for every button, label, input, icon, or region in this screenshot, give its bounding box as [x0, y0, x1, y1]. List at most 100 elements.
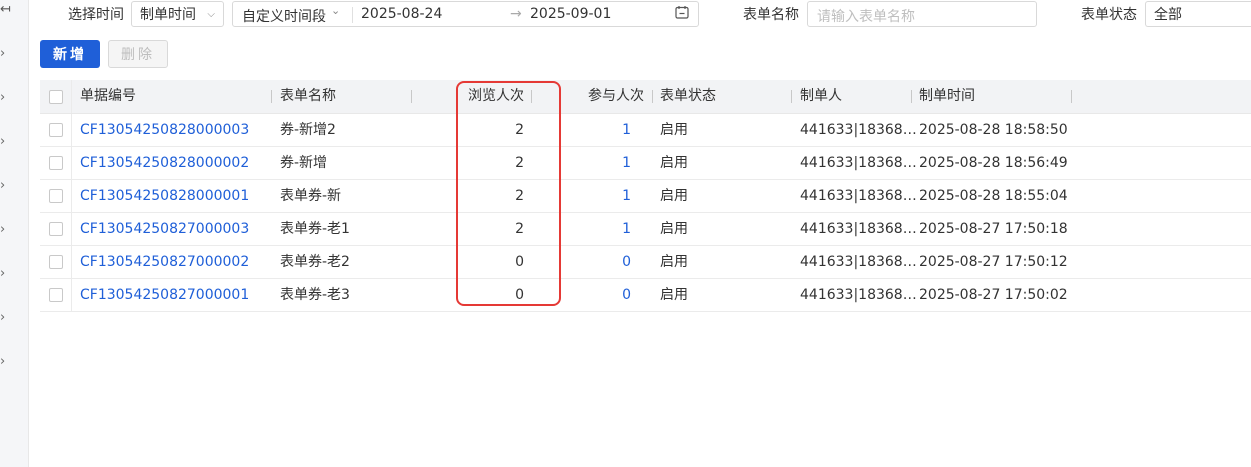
row-creator: 441633|18368… — [800, 155, 917, 171]
row-creator: 441633|18368… — [800, 188, 917, 204]
range-type-value[interactable]: 自定义时间段 — [242, 6, 326, 26]
status-filter: 表单状态 — [1081, 0, 1137, 28]
status-select[interactable]: 全部 — [1145, 1, 1251, 27]
row-participants[interactable]: 1 — [580, 213, 631, 245]
row-status: 启用 — [660, 254, 688, 270]
row-form-name: 表单券-老1 — [280, 221, 350, 237]
expand-arrow-icon[interactable]: › — [0, 44, 10, 64]
row-creator: 441633|18368… — [800, 221, 917, 237]
expand-arrow-icon[interactable]: › — [0, 308, 10, 328]
column-divider — [71, 246, 72, 278]
row-id-link[interactable]: CF13054250828000002 — [80, 147, 249, 179]
date-range-picker[interactable]: 自定义时间段 ⌄ 2025-08-24 → 2025-09-01 — [232, 1, 699, 27]
row-id-link[interactable]: CF13054250827000002 — [80, 246, 249, 278]
table-row[interactable]: CF13054250828000002 券-新增 2 1 启用 441633|1… — [40, 147, 1251, 180]
column-header-time[interactable]: 制单时间 — [919, 80, 975, 113]
row-checkbox[interactable] — [49, 189, 63, 203]
status-select-value: 全部 — [1154, 7, 1182, 23]
row-checkbox[interactable] — [49, 156, 63, 170]
row-participants[interactable]: 1 — [580, 147, 631, 179]
row-form-name: 表单券-老2 — [280, 254, 350, 270]
column-divider — [71, 114, 72, 146]
range-arrow-icon: → — [510, 6, 522, 22]
row-time: 2025-08-27 17:50:18 — [919, 221, 1068, 237]
column-divider — [71, 147, 72, 179]
column-divider — [71, 80, 72, 113]
row-creator: 441633|18368… — [800, 287, 917, 303]
row-views: 2 — [515, 122, 524, 138]
table-row[interactable]: CF13054250827000001 表单券-老3 0 0 启用 441633… — [40, 279, 1251, 312]
row-time: 2025-08-28 18:56:49 — [919, 155, 1068, 171]
column-header-id[interactable]: 单据编号 — [80, 80, 136, 113]
row-time: 2025-08-27 17:50:02 — [919, 287, 1068, 303]
expand-arrow-icon[interactable]: › — [0, 88, 10, 108]
column-header-views[interactable]: 浏览人次 — [468, 80, 524, 113]
column-divider — [71, 213, 72, 245]
row-id-link[interactable]: CF13054250828000003 — [80, 114, 249, 146]
column-resize-handle[interactable] — [531, 90, 532, 103]
delete-button[interactable]: 删除 — [108, 40, 168, 68]
expand-arrow-icon[interactable]: › — [0, 176, 10, 196]
row-status: 启用 — [660, 221, 688, 237]
row-status: 启用 — [660, 122, 688, 138]
column-divider — [71, 279, 72, 311]
expand-arrow-icon[interactable]: › — [0, 132, 10, 152]
end-date[interactable]: 2025-09-01 — [530, 6, 611, 22]
time-type-value: 制单时间 — [140, 7, 196, 23]
expand-arrow-icon[interactable]: › — [0, 220, 10, 240]
row-id-link[interactable]: CF13054250828000001 — [80, 180, 249, 212]
row-time: 2025-08-28 18:55:04 — [919, 188, 1068, 204]
column-resize-handle[interactable] — [1071, 90, 1072, 103]
chevron-down-icon: ⌵ — [207, 8, 215, 20]
column-resize-handle[interactable] — [911, 90, 912, 103]
row-participants[interactable]: 1 — [580, 114, 631, 146]
table-row[interactable]: CF13054250827000002 表单券-老2 0 0 启用 441633… — [40, 246, 1251, 279]
column-resize-handle[interactable] — [271, 90, 272, 103]
status-label: 表单状态 — [1081, 7, 1137, 23]
table-header: 单据编号 表单名称 浏览人次 参与人次 表单状态 制单人 制单时间 — [40, 80, 1251, 114]
sidebar: ↤ › › › › › › › › — [0, 0, 29, 467]
row-id-link[interactable]: CF13054250827000001 — [80, 279, 249, 311]
form-name-filter: 表单名称 — [743, 0, 799, 28]
column-resize-handle[interactable] — [791, 90, 792, 103]
table-row[interactable]: CF13054250828000003 券-新增2 2 1 启用 441633|… — [40, 114, 1251, 147]
time-label: 选择时间 — [68, 7, 124, 23]
row-form-name: 表单券-新 — [280, 188, 342, 204]
row-status: 启用 — [660, 155, 688, 171]
row-form-name: 券-新增 — [280, 155, 328, 171]
column-divider — [71, 180, 72, 212]
row-form-name: 券-新增2 — [280, 122, 336, 138]
row-views: 2 — [515, 221, 524, 237]
table-row[interactable]: CF13054250827000003 表单券-老1 2 1 启用 441633… — [40, 213, 1251, 246]
row-id-link[interactable]: CF13054250827000003 — [80, 213, 249, 245]
column-header-status[interactable]: 表单状态 — [660, 80, 716, 113]
column-header-name[interactable]: 表单名称 — [280, 80, 336, 113]
column-header-creator[interactable]: 制单人 — [800, 80, 842, 113]
table-row[interactable]: CF13054250828000001 表单券-新 2 1 启用 441633|… — [40, 180, 1251, 213]
expand-arrow-icon[interactable]: › — [0, 352, 10, 372]
time-type-select[interactable]: 制单时间 ⌵ — [131, 1, 224, 27]
data-table: 单据编号 表单名称 浏览人次 参与人次 表单状态 制单人 制单时间 CF1305… — [40, 80, 1251, 312]
row-views: 0 — [515, 287, 524, 303]
collapse-icon[interactable]: ↤ — [0, 2, 14, 18]
row-checkbox[interactable] — [49, 288, 63, 302]
row-creator: 441633|18368… — [800, 254, 917, 270]
row-participants[interactable]: 1 — [580, 180, 631, 212]
row-checkbox[interactable] — [49, 222, 63, 236]
start-date[interactable]: 2025-08-24 — [361, 6, 442, 22]
row-views: 0 — [515, 254, 524, 270]
row-checkbox[interactable] — [49, 123, 63, 137]
row-participants[interactable]: 0 — [580, 246, 631, 278]
add-button[interactable]: 新增 — [40, 40, 100, 68]
row-checkbox[interactable] — [49, 255, 63, 269]
calendar-icon[interactable] — [675, 5, 689, 23]
expand-arrow-icon[interactable]: › — [0, 264, 10, 284]
row-creator: 441633|18368… — [800, 122, 917, 138]
column-header-participants[interactable]: 参与人次 — [588, 80, 644, 113]
form-name-input[interactable]: 请输入表单名称 — [807, 1, 1037, 27]
row-participants[interactable]: 0 — [580, 279, 631, 311]
select-all-checkbox[interactable] — [49, 90, 63, 104]
column-resize-handle[interactable] — [652, 90, 653, 103]
column-resize-handle[interactable] — [411, 90, 412, 103]
row-views: 2 — [515, 188, 524, 204]
